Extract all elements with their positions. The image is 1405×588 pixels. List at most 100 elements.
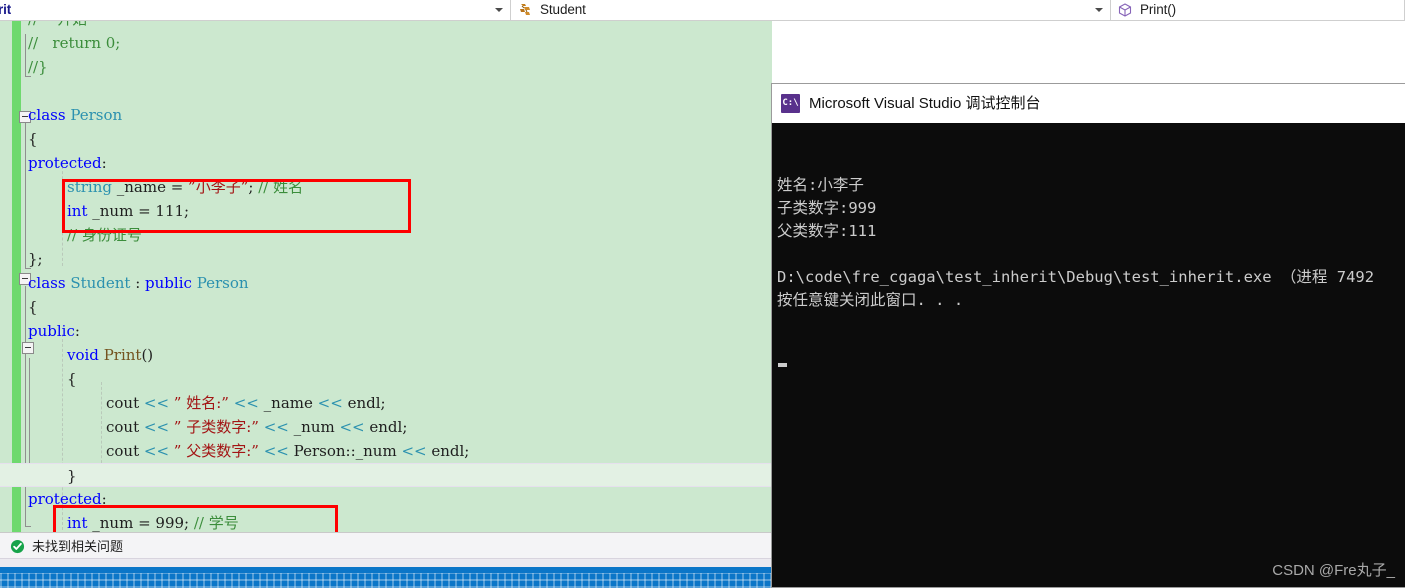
project-dropdown-label: rit — [0, 2, 12, 17]
code-token: ”小李子” — [188, 178, 249, 196]
code-token: // 身份证号 — [67, 226, 142, 244]
method-icon — [1118, 3, 1132, 17]
member-dropdown[interactable]: Print() — [1111, 0, 1405, 20]
code-line: // return 0; — [0, 31, 772, 55]
code-token: class — [28, 274, 71, 292]
code-token: endl; — [347, 394, 386, 412]
code-token: _num = 111; — [87, 202, 190, 220]
code-token: ” 子类数字:” — [173, 418, 259, 436]
chevron-down-icon — [1095, 8, 1103, 12]
code-line: public: — [0, 319, 772, 343]
code-token: } — [67, 467, 77, 485]
code-token: : — [74, 322, 80, 340]
code-line: protected: — [0, 151, 772, 175]
code-line: // 开始 — [0, 20, 772, 31]
chevron-down-icon — [495, 8, 503, 12]
console-line: 子类数字:999 — [777, 199, 877, 217]
code-token: << — [258, 418, 294, 436]
check-circle-icon — [10, 539, 25, 553]
code-line: int _num = 111; — [0, 199, 772, 223]
code-text: // 开始 // return 0; //} class Person { protect… — [0, 20, 772, 532]
code-token: Student — [70, 274, 131, 292]
console-title-text: Microsoft Visual Studio 调试控制台 — [809, 95, 1041, 112]
code-token: }; — [28, 250, 43, 268]
code-token: class — [28, 106, 71, 124]
console-line: 父类数字:111 — [777, 222, 877, 240]
code-token: // 姓名 — [258, 178, 304, 196]
watermark: CSDN @Fre丸子_ — [1272, 562, 1395, 579]
editor-bottom-filler — [0, 558, 772, 567]
console-title-bar[interactable]: C:\ Microsoft Visual Studio 调试控制台 — [772, 84, 1405, 123]
console-output: 姓名:小李子 子类数字:999 父类数字:111 D:\code\fre_cgaga\… — [772, 123, 1405, 587]
project-dropdown[interactable]: rit — [0, 0, 511, 20]
code-line: { — [0, 295, 772, 319]
code-token: ” 父类数字:” — [173, 442, 259, 460]
code-line: { — [0, 127, 772, 151]
code-token: Person::_num — [293, 442, 397, 460]
navigation-bar: rit Student Print() — [0, 0, 1405, 21]
code-token: { — [28, 130, 38, 148]
code-token: : — [101, 154, 107, 172]
code-token: ” 姓名:” — [173, 394, 229, 412]
error-list-status-strip: 未找到相关问题 — [0, 532, 772, 559]
code-token: Print — [103, 346, 142, 364]
console-caret — [778, 363, 787, 367]
code-token: << — [143, 418, 174, 436]
code-token: void — [67, 346, 104, 364]
code-line: string _name = ”小李子”; // 姓名 — [0, 175, 772, 199]
code-token: cout — [106, 394, 144, 412]
code-token: { — [28, 298, 38, 316]
code-token: int — [67, 514, 88, 532]
code-token: // — [28, 20, 57, 28]
code-token: : — [101, 490, 107, 508]
code-line: } — [0, 463, 772, 487]
code-token: // return 0; — [28, 34, 121, 52]
code-line: void Print() — [0, 343, 772, 367]
code-token: // 学号 — [193, 514, 239, 532]
code-line: int _num = 999; // 学号 — [0, 511, 772, 532]
code-token: public — [28, 322, 75, 340]
code-editor[interactable]: // 开始 // return 0; //} class Person { protect… — [0, 20, 772, 532]
status-message: 未找到相关问题 — [32, 538, 124, 554]
class-icon — [520, 4, 530, 15]
console-line: D:\code\fre_cgaga\test_inherit\Debug\tes… — [777, 268, 1375, 286]
member-dropdown-label: Print() — [1140, 2, 1177, 17]
code-token: cout — [106, 418, 144, 436]
code-line: { — [0, 367, 772, 391]
code-token: << — [258, 442, 294, 460]
code-token: _name = — [111, 178, 189, 196]
code-line: cout << ” 姓名:” << _name << endl; — [0, 391, 772, 415]
console-line: 按任意键关闭此窗口. . . — [777, 291, 964, 309]
code-line: class Person — [0, 103, 772, 127]
code-token: string — [67, 178, 112, 196]
code-token: public — [145, 274, 197, 292]
code-token: cout — [106, 442, 144, 460]
code-token: << — [143, 394, 174, 412]
class-dropdown[interactable]: Student — [511, 0, 1111, 20]
code-token: Person — [70, 106, 123, 124]
console-app-icon: C:\ — [781, 94, 800, 113]
code-token: : — [130, 274, 146, 292]
code-token: << — [334, 418, 370, 436]
debug-console-window[interactable]: C:\ Microsoft Visual Studio 调试控制台 姓名:小李子… — [771, 83, 1405, 588]
code-token: << — [228, 394, 264, 412]
code-token: () — [141, 346, 154, 364]
code-token: //} — [28, 58, 48, 76]
code-token: protected — [28, 490, 102, 508]
code-line: // 身份证号 — [0, 223, 772, 247]
code-line: }; — [0, 247, 772, 271]
code-token: _name — [263, 394, 313, 412]
code-token: protected — [28, 154, 102, 172]
code-line: //} — [0, 55, 772, 79]
code-token: endl; — [369, 418, 408, 436]
code-token: << — [143, 442, 174, 460]
taskbar[interactable] — [0, 567, 772, 588]
class-dropdown-label: Student — [540, 2, 586, 17]
taskbar-pattern — [0, 573, 772, 588]
code-token: int — [67, 202, 88, 220]
code-token: { — [67, 370, 77, 388]
code-token: _num = 999; — [87, 514, 194, 532]
console-line: 姓名:小李子 — [777, 176, 864, 194]
